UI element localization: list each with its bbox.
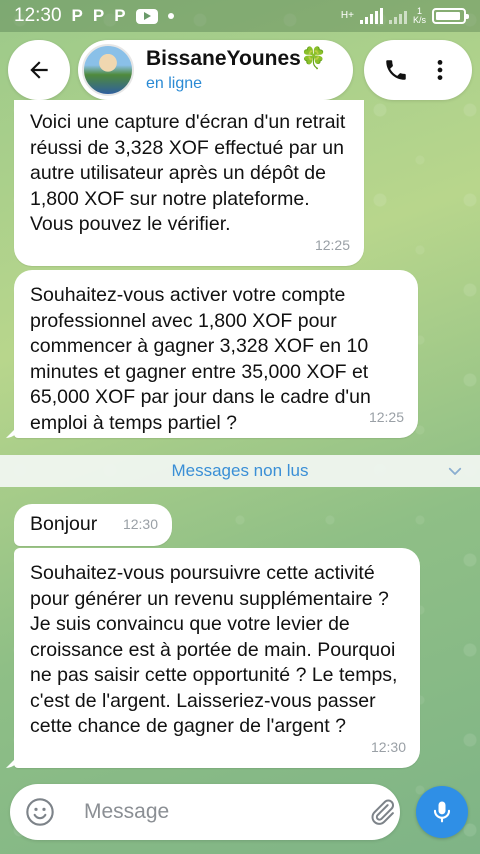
message-time: 12:25 [314, 236, 350, 253]
attach-button[interactable] [367, 796, 397, 828]
message-composer [10, 784, 400, 840]
message-text: Bonjour [30, 513, 98, 535]
unread-label: Messages non lus [171, 461, 309, 480]
network-type-label: H+ [340, 10, 354, 21]
emoji-button[interactable] [24, 796, 56, 828]
contact-info-button[interactable]: BissaneYounes🍀 en ligne [78, 40, 353, 100]
network-speed-unit: K/s [412, 15, 426, 25]
message-text: Souhaitez-vous activer votre compte prof… [30, 284, 371, 434]
voice-record-button[interactable] [416, 786, 468, 838]
more-vertical-icon [437, 60, 443, 80]
back-arrow-icon [26, 57, 52, 83]
signal-icon-secondary [388, 8, 407, 24]
message-input[interactable] [84, 800, 355, 824]
message-text: Souhaitez-vous poursuivre cette activité… [30, 562, 398, 737]
message-time: 12:25 [368, 408, 404, 425]
contact-name: BissaneYounes🍀 [146, 47, 327, 71]
battery-icon [432, 8, 469, 24]
message-text: Voici une capture d'écran d'un retrait r… [30, 111, 346, 235]
signal-icon [359, 8, 383, 24]
message-time: 12:30 [122, 515, 158, 532]
notification-p-icon: P [71, 6, 83, 25]
message-bubble[interactable]: Bonjour 12:30 [14, 504, 172, 546]
network-speed: 1 K/s [413, 7, 426, 25]
call-button[interactable] [380, 54, 412, 86]
status-bar: 12:30 P P P H+ 1 K/s [0, 0, 480, 32]
status-time: 12:30 [14, 5, 62, 26]
microphone-icon [433, 801, 451, 823]
paperclip-icon [371, 799, 395, 825]
header-actions [364, 40, 472, 100]
smiley-icon [26, 798, 54, 826]
message-bubble[interactable]: Voici une capture d'écran d'un retrait r… [14, 100, 364, 266]
youtube-icon [135, 8, 158, 24]
message-time: 12:30 [370, 738, 406, 755]
contact-name-text: BissaneYounes [146, 47, 301, 70]
back-button[interactable] [8, 40, 70, 100]
message-bubble[interactable]: Souhaitez-vous activer votre compte prof… [14, 270, 418, 438]
phone-icon [386, 60, 406, 80]
chat-header: BissaneYounes🍀 en ligne [8, 40, 472, 100]
notification-p-icon: P [92, 6, 105, 25]
avatar [82, 44, 134, 96]
more-options-button[interactable] [424, 54, 456, 86]
clover-emoji: 🍀 [300, 47, 327, 70]
more-notifications-dot-icon [167, 13, 174, 19]
contact-status: en ligne [146, 75, 203, 92]
chevron-down-icon[interactable] [446, 462, 464, 480]
notification-p-icon: P [114, 6, 126, 25]
unread-messages-divider: Messages non lus [0, 455, 480, 487]
message-bubble[interactable]: Souhaitez-vous poursuivre cette activité… [14, 548, 420, 768]
